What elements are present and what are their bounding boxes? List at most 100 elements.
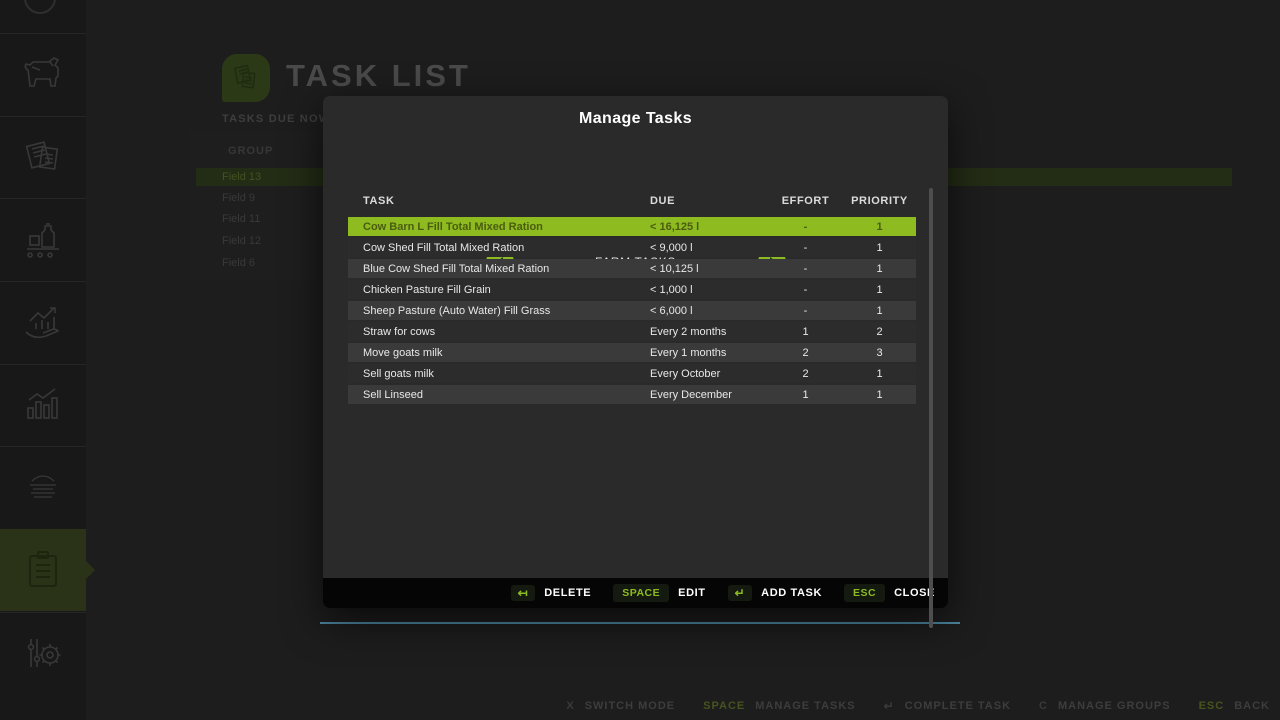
dialog-footer: ↤ DELETE SPACE EDIT ↵ ADD TASK ESC CLOSE	[323, 578, 948, 608]
task-row[interactable]: Move goats milk Every 1 months 2 3	[348, 343, 916, 362]
finance-hand-icon	[20, 301, 66, 343]
group-row[interactable]: Field 6	[222, 257, 255, 269]
task-due-cell: < 6,000 l	[650, 305, 768, 317]
task-row[interactable]: Chicken Pasture Fill Grain < 1,000 l - 1	[348, 280, 916, 299]
table-scrollbar[interactable]	[929, 188, 933, 628]
clipboard-icon	[23, 548, 63, 592]
col-header-priority: PRIORITY	[843, 195, 916, 215]
group-row[interactable]: Field 9	[222, 192, 255, 204]
action-label: MANAGE TASKS	[755, 700, 855, 712]
task-name-cell: Move goats milk	[348, 347, 650, 359]
task-effort-cell: -	[768, 242, 843, 254]
sidebar-tab-production[interactable]	[0, 198, 86, 280]
task-due-cell: < 1,000 l	[650, 284, 768, 296]
task-priority-cell: 1	[843, 263, 916, 275]
task-due-cell: Every October	[650, 368, 768, 380]
group-row[interactable]: Field 12	[222, 235, 261, 247]
action-label: ADD TASK	[761, 587, 822, 599]
task-table: TASK DUE EFFORT PRIORITY Cow Barn L Fill…	[348, 195, 916, 406]
task-effort-cell: 1	[768, 389, 843, 401]
cow-icon	[20, 54, 66, 94]
bottom-help-bar: X SWITCH MODE SPACE MANAGE TASKS ↵ COMPL…	[566, 699, 1270, 713]
sidebar	[0, 0, 86, 720]
footer-action[interactable]: SPACE EDIT	[613, 584, 705, 602]
task-due-cell: < 16,125 l	[650, 221, 768, 233]
task-list-page-icon	[222, 54, 270, 102]
page-title: TASK LIST	[286, 58, 471, 94]
task-row[interactable]: Cow Shed Fill Total Mixed Ration < 9,000…	[348, 238, 916, 257]
task-due-cell: Every 1 months	[650, 347, 768, 359]
group-row[interactable]: Field 11	[222, 213, 260, 225]
task-row[interactable]: Cow Barn L Fill Total Mixed Ration < 16,…	[348, 217, 916, 236]
bar-chart-icon	[21, 384, 65, 426]
task-priority-cell: 1	[843, 284, 916, 296]
notes-icon	[231, 63, 261, 93]
group-row-label: Field 13	[222, 171, 261, 183]
manage-tasks-dialog: Manage Tasks FARM TASKS TASK DUE EFFORT …	[323, 96, 948, 608]
task-table-header: TASK DUE EFFORT PRIORITY	[348, 195, 916, 215]
sidebar-tab-finances[interactable]	[0, 281, 86, 363]
dialog-title: Manage Tasks	[323, 110, 948, 128]
task-priority-cell: 1	[843, 389, 916, 401]
key-hint: SPACE	[703, 700, 745, 712]
action-label: DELETE	[544, 587, 591, 599]
sidebar-tab-animals[interactable]	[0, 33, 86, 115]
task-name-cell: Sell goats milk	[348, 368, 650, 380]
footer-action[interactable]: ↵ ADD TASK	[728, 585, 822, 601]
action-label: EDIT	[678, 587, 705, 599]
task-effort-cell: 1	[768, 326, 843, 338]
task-priority-cell: 1	[843, 368, 916, 380]
task-row[interactable]: Sheep Pasture (Auto Water) Fill Grass < …	[348, 301, 916, 320]
help-action[interactable]: X SWITCH MODE	[566, 700, 675, 712]
task-priority-cell: 1	[843, 305, 916, 317]
group-column-header: GROUP	[228, 145, 273, 157]
task-priority-cell: 3	[843, 347, 916, 359]
dialog-body: Manage Tasks FARM TASKS TASK DUE EFFORT …	[323, 96, 948, 578]
tasks-due-now-label: TASKS DUE NOW	[222, 113, 330, 125]
task-effort-cell: -	[768, 305, 843, 317]
task-name-cell: Sell Linseed	[348, 389, 650, 401]
production-icon	[21, 218, 65, 260]
task-row[interactable]: Straw for cows Every 2 months 1 2	[348, 322, 916, 341]
key-hint: ESC	[844, 584, 885, 602]
action-label: MANAGE GROUPS	[1058, 700, 1171, 712]
key-hint: C	[1039, 700, 1048, 712]
task-name-cell: Cow Shed Fill Total Mixed Ration	[348, 242, 650, 254]
task-row[interactable]: Sell Linseed Every December 1 1	[348, 385, 916, 404]
help-action[interactable]: ESC BACK	[1199, 700, 1270, 712]
key-hint: ↵	[728, 585, 753, 601]
action-label: BACK	[1234, 700, 1270, 712]
task-effort-cell: 2	[768, 368, 843, 380]
key-hint: SPACE	[613, 584, 669, 602]
task-priority-cell: 2	[843, 326, 916, 338]
task-due-cell: Every 2 months	[650, 326, 768, 338]
task-priority-cell: 1	[843, 242, 916, 254]
help-action[interactable]: SPACE MANAGE TASKS	[703, 700, 856, 712]
key-hint: ↤	[511, 585, 536, 601]
task-name-cell: Sheep Pasture (Auto Water) Fill Grass	[348, 305, 650, 317]
sidebar-tab-mod-info[interactable]	[0, 446, 86, 528]
task-due-cell: < 9,000 l	[650, 242, 768, 254]
task-due-cell: Every December	[650, 389, 768, 401]
task-name-cell: Blue Cow Shed Fill Total Mixed Ration	[348, 263, 650, 275]
sidebar-tab-task-list[interactable]	[0, 529, 86, 611]
task-name-cell: Chicken Pasture Fill Grain	[348, 284, 650, 296]
action-label: SWITCH MODE	[585, 700, 675, 712]
help-action[interactable]: ↵ COMPLETE TASK	[884, 699, 1011, 713]
task-due-cell: < 10,125 l	[650, 263, 768, 275]
key-hint: ESC	[1199, 700, 1225, 712]
help-action[interactable]: C MANAGE GROUPS	[1039, 700, 1171, 712]
gear-sliders-icon	[21, 631, 65, 675]
mod-logo-icon	[20, 467, 66, 507]
game-screen: { "background": { "page_title": "TASK LI…	[0, 0, 1280, 720]
task-priority-cell: 1	[843, 221, 916, 233]
sidebar-tab-statistics[interactable]	[0, 364, 86, 446]
col-header-due: DUE	[650, 195, 768, 215]
task-row[interactable]: Blue Cow Shed Fill Total Mixed Ration < …	[348, 259, 916, 278]
sidebar-tab-settings[interactable]	[0, 612, 86, 694]
task-row[interactable]: Sell goats milk Every October 2 1	[348, 364, 916, 383]
task-table-body: Cow Barn L Fill Total Mixed Ration < 16,…	[348, 217, 916, 404]
sidebar-tab-contracts[interactable]	[0, 116, 86, 198]
footer-action[interactable]: ↤ DELETE	[511, 585, 592, 601]
footer-action[interactable]: ESC CLOSE	[844, 584, 935, 602]
